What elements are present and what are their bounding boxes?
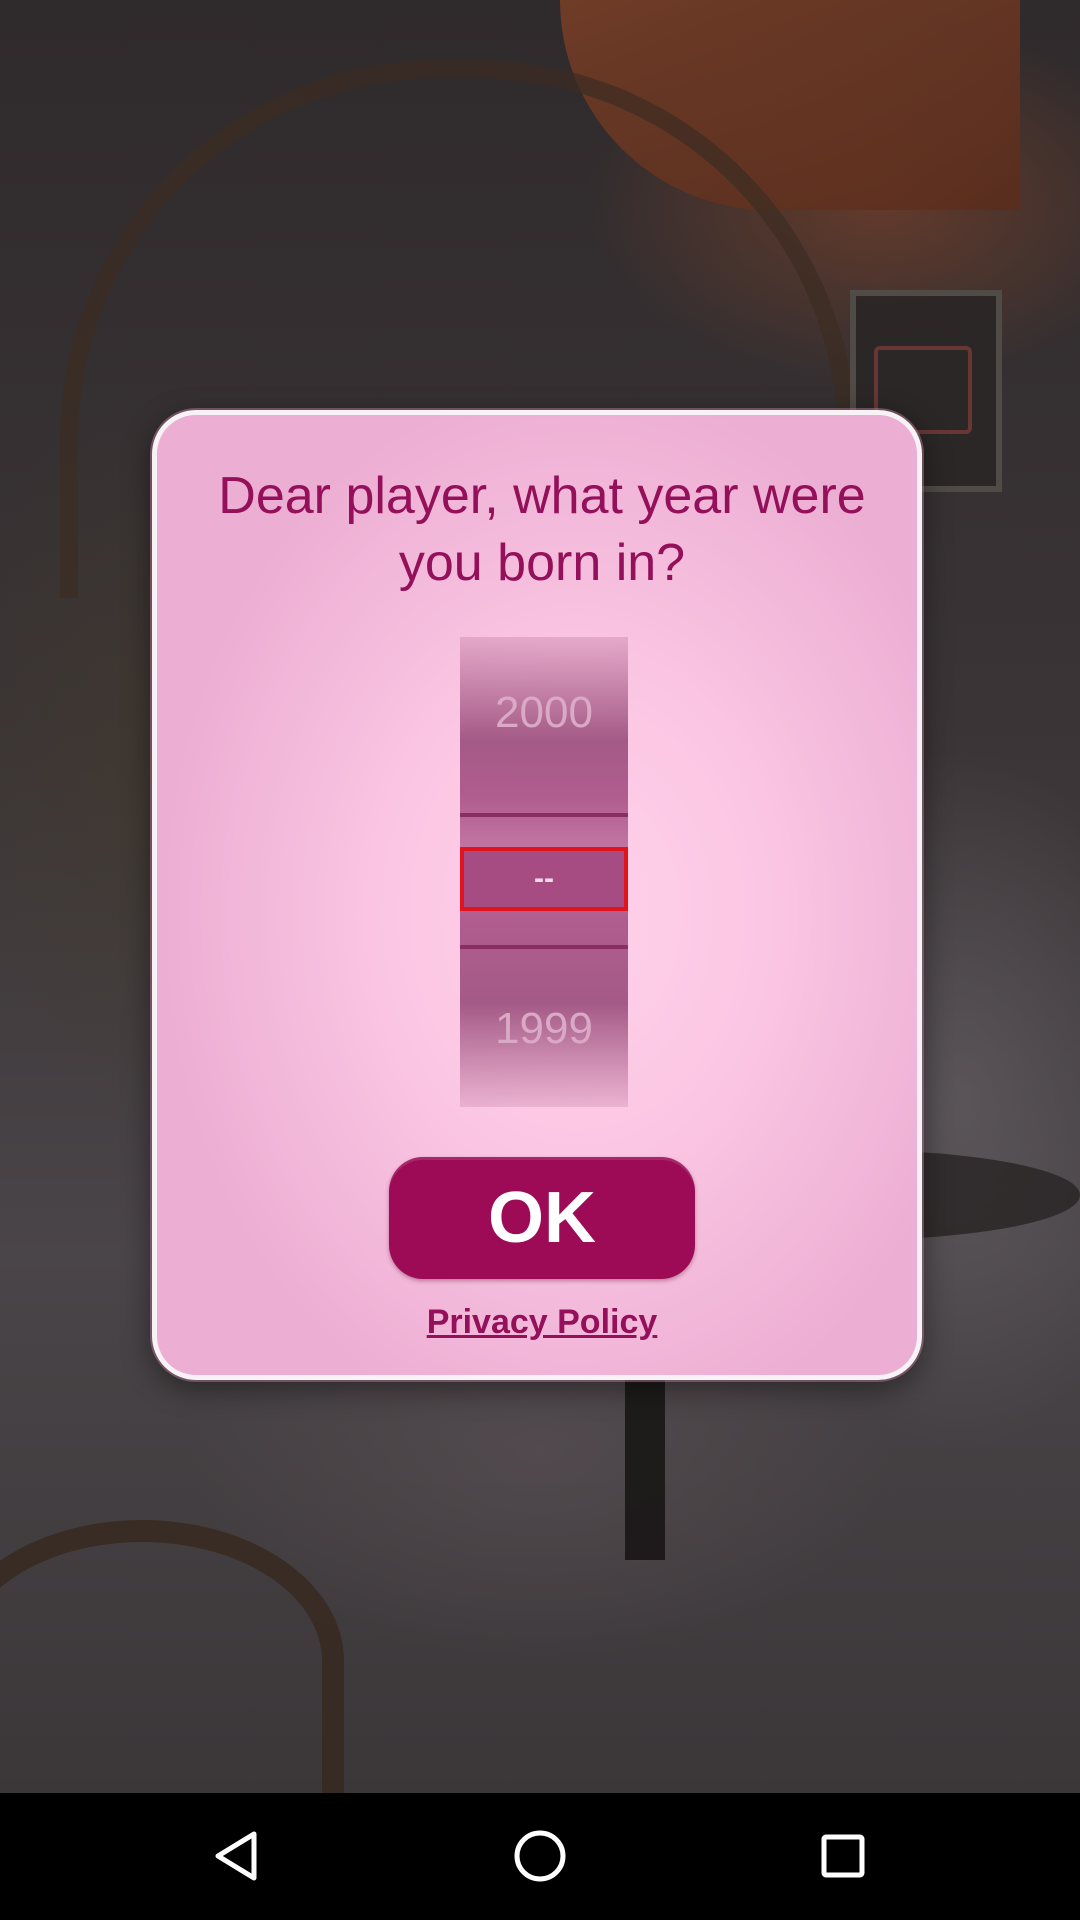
screen: Dear player, what year were you born in?… — [0, 0, 1080, 1920]
home-icon — [514, 1830, 566, 1882]
picker-divider-top — [460, 813, 628, 817]
navigation-bar — [0, 1793, 1080, 1920]
year-selected-value[interactable]: -- — [460, 847, 628, 911]
cafe-chair — [0, 1520, 344, 1802]
picker-divider-bottom — [460, 945, 628, 949]
dialog-title: Dear player, what year were you born in? — [218, 467, 866, 592]
back-icon — [215, 1831, 257, 1881]
home-button[interactable] — [500, 1816, 580, 1896]
back-button[interactable] — [196, 1816, 276, 1896]
year-option-below[interactable]: 1999 — [460, 999, 628, 1059]
year-option-above[interactable]: 2000 — [460, 683, 628, 743]
ok-button[interactable]: OK — [389, 1157, 695, 1279]
year-picker[interactable]: 2000 -- 1999 — [460, 637, 628, 1107]
birth-year-dialog: Dear player, what year were you born in?… — [152, 410, 922, 1380]
privacy-policy-link[interactable]: Privacy Policy — [357, 1300, 727, 1344]
recents-icon — [821, 1834, 865, 1878]
recents-button[interactable] — [803, 1816, 883, 1896]
